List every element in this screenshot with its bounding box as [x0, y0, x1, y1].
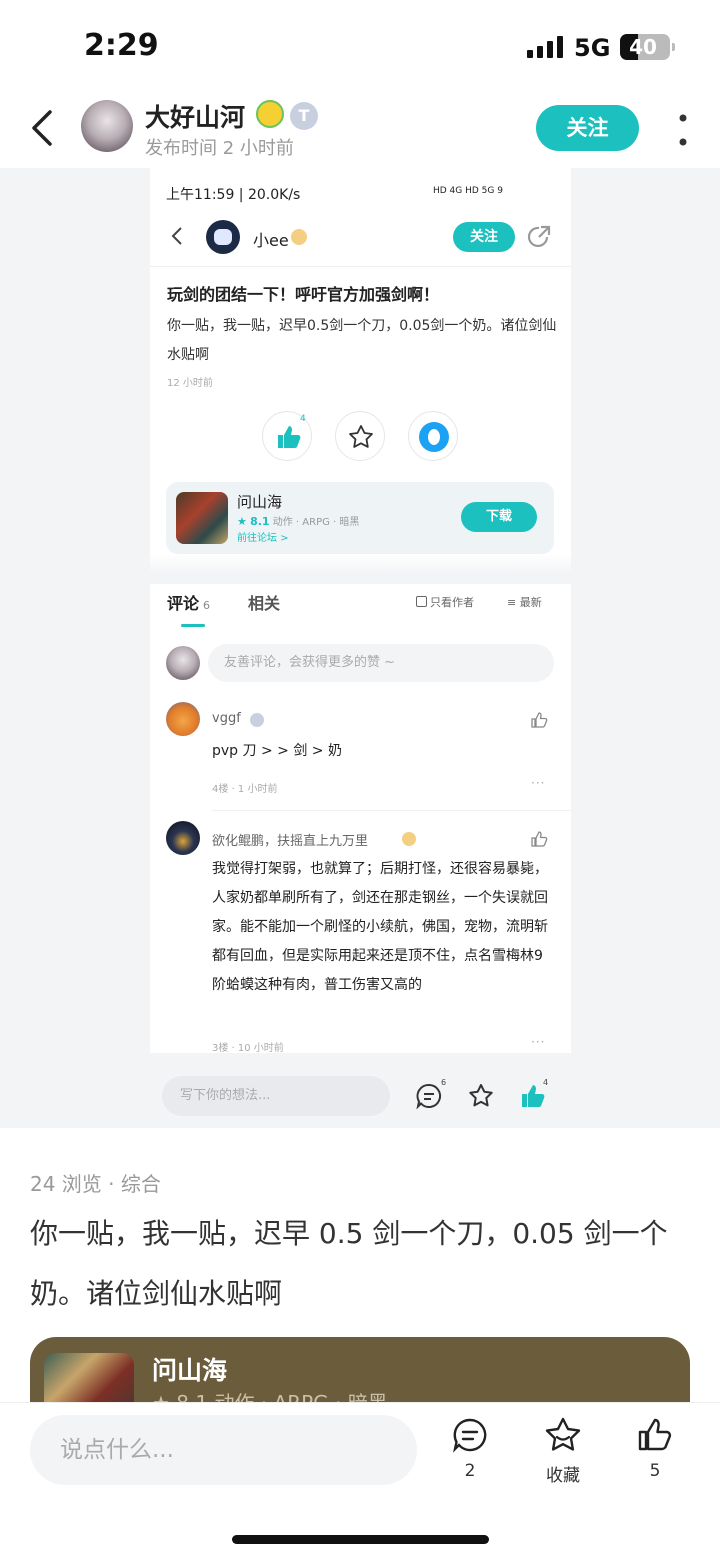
like-button[interactable]: 5	[625, 1417, 685, 1481]
shot-write-box: 写下你的想法...	[162, 1076, 390, 1116]
shot-post-title: 玩剑的团结一下！呼吁官方加强剑啊！	[167, 285, 440, 304]
status-time: 2:29	[84, 28, 159, 63]
view-count: 24 浏览 · 综合	[30, 1172, 161, 1196]
shot-download-button: 下载	[461, 502, 537, 532]
comment-count: 2	[464, 1461, 476, 1481]
shot-app-name: 问山海	[237, 493, 283, 511]
qq-icon	[419, 422, 449, 452]
comment-text: 我觉得打架弱，也就算了；后期打怪，还很容易暴毙，人家奶都单刷所有了，剑还在那走钢…	[212, 861, 548, 993]
shot-back-icon	[171, 227, 182, 245]
comment-meta: 3楼 · 10 小时前	[212, 1043, 284, 1054]
shot-user-avatar	[206, 220, 240, 254]
shot-like-count: 4	[300, 414, 306, 424]
shot-post-time: 12 小时前	[167, 378, 213, 389]
comment-icon	[452, 1418, 487, 1453]
comment-author: vggf	[212, 711, 241, 726]
comment-avatar	[166, 702, 200, 736]
comment-badge	[250, 713, 264, 727]
star-icon	[349, 425, 373, 448]
shot-post-body: 你一贴，我一贴，迟早0.5剑一个刀，0.05剑一个奶。诸位剑仙水贴啊	[167, 318, 557, 363]
back-icon[interactable]	[28, 108, 58, 148]
thumb-up-icon	[638, 1418, 672, 1451]
home-indicator[interactable]	[232, 1535, 489, 1544]
shot-statusbar-right: HD 4G HD 5G 9	[433, 186, 503, 196]
shot-share-icon	[527, 225, 551, 248]
shot-app-meta: ★ 8.1 动作 · ARPG · 暗黑	[237, 513, 359, 528]
shot-sort-newest: ≡ 最新	[507, 596, 542, 609]
shot-qq-button	[408, 411, 458, 461]
post-body: 你一贴，我一贴，迟早 0.5 剑一个刀，0.05 剑一个奶。诸位剑仙水贴啊	[30, 1217, 668, 1310]
more-icon[interactable]	[672, 110, 694, 150]
divider	[212, 810, 571, 811]
level-badge: T	[290, 102, 318, 130]
comment-like-icon	[531, 831, 548, 847]
shot-star-icon	[469, 1084, 493, 1107]
shot-like-count-bottom: 4	[543, 1078, 549, 1087]
shot-sort-label: 最新	[519, 596, 542, 609]
shot-app-star-icon: ★	[237, 515, 247, 528]
shot-only-author-label: 只看作者	[430, 596, 474, 609]
comment-input[interactable]: 说点什么...	[30, 1415, 417, 1485]
network-type: 5G	[574, 34, 611, 62]
collect-label: 收藏	[546, 1466, 580, 1486]
battery-icon: 40	[620, 34, 675, 60]
author-avatar[interactable]	[81, 100, 133, 152]
star-icon	[545, 1417, 581, 1451]
divider	[150, 266, 571, 267]
collect-button[interactable]: 收藏	[533, 1417, 593, 1486]
status-bar: 2:29 5G 40	[0, 0, 720, 90]
shot-statusbar: 上午11:59 | 20.0K/s	[166, 187, 301, 203]
shot-tab-comments-count: 6	[203, 599, 211, 612]
tab-indicator	[181, 624, 205, 627]
post-header: 大好山河 T 发布时间 2 小时前 关注	[0, 90, 720, 168]
shot-follow-button: 关注	[453, 222, 515, 252]
comment-avatar	[166, 821, 200, 855]
shot-comment-count: 6	[441, 1078, 447, 1087]
shot-my-avatar	[166, 646, 200, 680]
shot-app-icon	[176, 492, 228, 544]
shot-app-rating: 8.1	[250, 515, 270, 528]
shot-tab-comments-label: 评论	[167, 594, 200, 613]
comment-button[interactable]: 2	[440, 1417, 500, 1481]
shot-only-author: 只看作者	[416, 594, 474, 610]
bottom-bar: 说点什么... 2 收藏 5	[0, 1402, 720, 1558]
post-image[interactable]: 上午11:59 | 20.0K/s HD 4G HD 5G 9 小ee 关注 玩…	[150, 168, 571, 1128]
shot-tab-comments: 评论 6	[167, 590, 210, 614]
shot-comment-icon	[416, 1083, 442, 1110]
battery-level: 40	[629, 35, 657, 59]
follow-button[interactable]: 关注	[536, 105, 639, 151]
shot-app-tags: 动作 · ARPG · 暗黑	[272, 517, 360, 528]
game-name: 问山海	[152, 1356, 228, 1385]
comment-like-icon	[531, 712, 548, 728]
comment-author: 欲化鲲鹏，扶摇直上九万里	[212, 834, 369, 849]
comment-badge	[402, 832, 416, 846]
shot-star-button	[335, 411, 385, 461]
shot-comment-box: 友善评论，会获得更多的赞 ~	[208, 644, 554, 682]
comment-text: pvp 刀 > > 剑 > 奶	[212, 743, 342, 759]
shot-app-card: 问山海 ★ 8.1 动作 · ARPG · 暗黑 前往论坛 > 下载	[166, 482, 554, 554]
signal-icon	[527, 36, 563, 58]
like-count: 5	[649, 1461, 661, 1481]
shot-tab-related: 相关	[248, 594, 281, 613]
author-name[interactable]: 大好山河	[145, 98, 245, 134]
emoji-badge-icon	[256, 100, 284, 128]
shot-user-name: 小ee	[253, 231, 289, 250]
post-time: 发布时间 2 小时前	[145, 138, 294, 159]
comment-more-icon: ···	[531, 1035, 546, 1049]
comment-meta: 4楼 · 1 小时前	[212, 784, 278, 795]
comment-more-icon: ···	[531, 776, 546, 790]
shot-user-badge	[291, 229, 307, 245]
shot-forum-link: 前往论坛 >	[237, 533, 289, 544]
checkbox-icon	[416, 596, 427, 607]
